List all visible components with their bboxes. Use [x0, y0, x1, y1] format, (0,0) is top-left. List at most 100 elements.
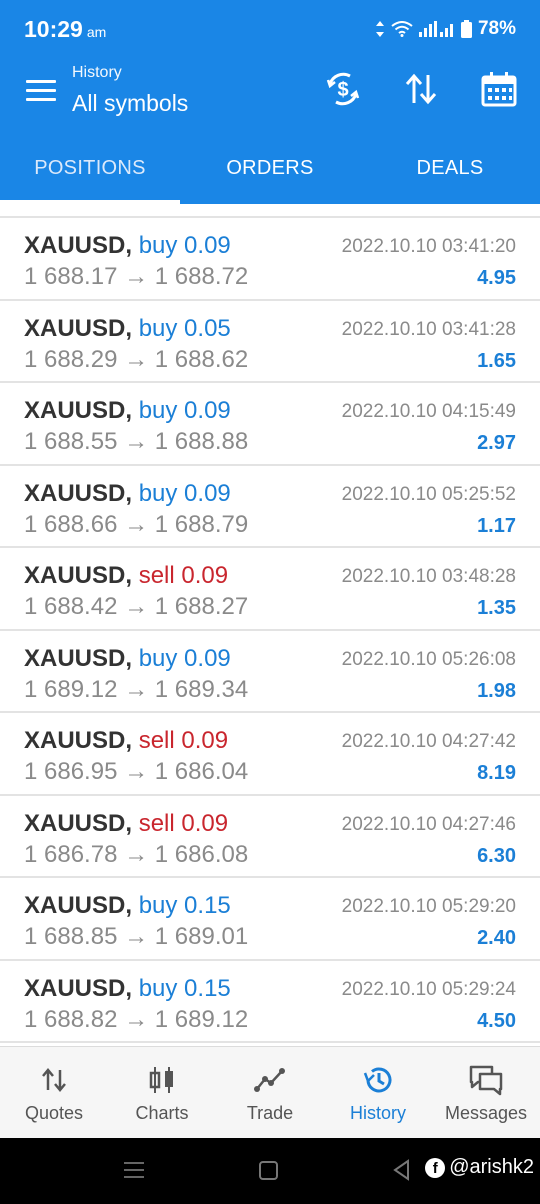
list-item[interactable]: XAUUSD, buy 0.09 1 688.66 → 1 688.79 2022.… — [0, 466, 540, 548]
position-time: 2022.10.10 05:26:08 — [341, 648, 516, 670]
position-time: 2022.10.10 03:41:28 — [341, 318, 516, 340]
position-side-volume: sell 0.09 — [138, 562, 229, 589]
nav-messages[interactable]: Messages — [432, 1047, 540, 1138]
position-symbol: XAUUSD, buy 0.09 — [24, 644, 231, 672]
close-price: 1 688.72 — [154, 263, 249, 290]
back-icon[interactable] — [392, 1159, 410, 1181]
arrow-right-icon: → — [124, 593, 149, 620]
position-side-volume: buy 0.05 — [138, 314, 231, 342]
position-time: 2022.10.10 03:41:20 — [341, 236, 516, 257]
position-symbol: XAUUSD, buy 0.09 — [24, 397, 231, 424]
list-item[interactable]: XAUUSD, buy 0.09 1 688.17 → 1 688.72 2022.… — [0, 218, 540, 301]
symbol-filter[interactable]: All symbols — [72, 90, 188, 117]
position-side-volume: buy 0.15 — [138, 892, 231, 919]
arrow-right-icon: → — [124, 758, 149, 785]
position-prices: 1 689.12 → 1 689.34 — [24, 676, 248, 704]
position-symbol: XAUUSD, buy 0.09 — [24, 479, 231, 507]
nav-charts[interactable]: Charts — [108, 1047, 216, 1138]
position-prices: 1 686.95 → 1 686.04 — [24, 758, 248, 786]
position-prices: 1 686.78 → 1 686.08 — [24, 841, 248, 869]
list-item[interactable]: XAUUSD, buy 0.15 1 688.82 → 1 689.12 2022.… — [0, 961, 540, 1043]
facebook-icon: f — [425, 1157, 446, 1178]
history-tabs: POSITIONS ORDERS DEALS — [0, 132, 540, 204]
arrow-right-icon: → — [124, 428, 149, 455]
menu-icon[interactable] — [26, 80, 56, 102]
arrow-right-icon: → — [124, 510, 149, 538]
currency-exchange-button[interactable]: $ — [324, 70, 362, 108]
open-price: 1 688.55 — [24, 428, 118, 455]
position-profit: 4.95 — [477, 267, 516, 289]
position-time: 2022.10.10 05:29:24 — [341, 978, 516, 1000]
list-item[interactable]: XAUUSD, buy 0.09 1 688.55 → 1 688.88 2022.… — [0, 383, 540, 466]
app-bar: History All symbols $ — [0, 58, 540, 132]
messages-icon — [469, 1065, 503, 1096]
position-profit: 1.98 — [477, 679, 516, 702]
charts-icon — [149, 1067, 173, 1093]
list-item[interactable]: XAUUSD, buy 0.05 1 688.29 → 1 688.62 2022.… — [0, 301, 540, 383]
sort-arrows-icon — [405, 73, 437, 105]
history-icon — [363, 1067, 392, 1093]
bottom-navigation: Quotes Charts Trade History Messages — [0, 1046, 540, 1138]
position-prices: 1 688.55 → 1 688.88 — [24, 428, 248, 456]
open-price: 1 688.85 — [24, 923, 118, 950]
currency-exchange-icon: $ — [326, 72, 360, 106]
list-item[interactable]: XAUUSD, sell 0.09 1 686.95 → 1 686.04 2022… — [0, 713, 540, 796]
list-item[interactable]: XAUUSD, sell 0.09 1 688.42 → 1 688.27 2022… — [0, 548, 540, 631]
position-side-volume: sell 0.09 — [138, 809, 229, 837]
position-time: 2022.10.10 05:25:52 — [341, 483, 516, 505]
close-price: 1 686.08 — [154, 840, 249, 868]
tab-orders[interactable]: ORDERS — [180, 132, 360, 204]
quotes-icon — [42, 1068, 66, 1092]
position-side-volume: buy 0.09 — [138, 232, 231, 259]
open-price: 1 686.78 — [24, 840, 118, 868]
arrow-right-icon: → — [124, 923, 149, 950]
sort-button[interactable] — [402, 70, 440, 108]
battery-icon — [460, 20, 472, 38]
position-symbol: XAUUSD, sell 0.09 — [24, 727, 229, 754]
position-profit: 4.50 — [477, 1009, 516, 1032]
position-profit: 1.17 — [477, 514, 516, 537]
signal-icon — [418, 21, 453, 37]
position-prices: 1 688.82 → 1 689.12 — [24, 1006, 248, 1034]
position-prices: 1 688.42 → 1 688.27 — [24, 593, 248, 621]
close-price: 1 689.01 — [154, 923, 249, 950]
position-profit: 8.19 — [477, 762, 516, 784]
position-time: 2022.10.10 04:27:42 — [341, 731, 516, 752]
position-prices: 1 688.66 → 1 688.79 — [24, 511, 248, 539]
page-subtitle: History — [72, 64, 122, 81]
list-item[interactable]: XAUUSD, sell 0.09 1 686.78 → 1 686.08 2022… — [0, 796, 540, 878]
nav-quotes[interactable]: Quotes — [0, 1047, 108, 1138]
open-price: 1 688.82 — [24, 1005, 118, 1033]
home-icon[interactable] — [259, 1161, 278, 1180]
tab-deals[interactable]: DEALS — [360, 132, 540, 204]
position-side-volume: buy 0.15 — [138, 974, 231, 1002]
close-price: 1 688.79 — [154, 510, 249, 538]
list-item[interactable]: XAUUSD, buy 0.15 1 688.85 → 1 689.01 2022.… — [0, 878, 540, 961]
position-time: 2022.10.10 03:48:28 — [341, 566, 516, 587]
position-time: 2022.10.10 05:29:20 — [341, 896, 516, 917]
position-symbol: XAUUSD, sell 0.09 — [24, 809, 229, 837]
svg-text:$: $ — [337, 79, 348, 101]
position-prices: 1 688.85 → 1 689.01 — [24, 923, 248, 951]
close-price: 1 686.04 — [154, 758, 249, 785]
position-side-volume: buy 0.09 — [138, 479, 231, 507]
position-profit: 2.97 — [477, 432, 516, 454]
list-item[interactable]: XAUUSD, buy 0.09 1 689.12 → 1 689.34 2022.… — [0, 631, 540, 713]
recent-apps-icon[interactable] — [124, 1162, 144, 1183]
arrow-right-icon: → — [124, 263, 149, 290]
nav-history[interactable]: History — [324, 1047, 432, 1138]
positions-list: XAUUSD, buy 0.09 1 688.17 → 1 688.72 2022.… — [0, 216, 540, 1043]
open-price: 1 686.95 — [24, 758, 118, 785]
open-price: 1 688.17 — [24, 263, 118, 290]
position-symbol: XAUUSD, sell 0.09 — [24, 562, 229, 589]
tab-positions[interactable]: POSITIONS — [0, 132, 180, 204]
position-side-volume: buy 0.09 — [138, 397, 231, 424]
position-time: 2022.10.10 04:27:46 — [341, 813, 516, 835]
close-price: 1 688.27 — [154, 593, 249, 620]
close-price: 1 688.62 — [154, 345, 249, 373]
calendar-button[interactable] — [480, 70, 518, 108]
nav-trade[interactable]: Trade — [216, 1047, 324, 1138]
watermark-handle: @arishk2 — [449, 1156, 534, 1178]
calendar-icon — [481, 72, 517, 107]
position-symbol: XAUUSD, buy 0.15 — [24, 974, 231, 1002]
